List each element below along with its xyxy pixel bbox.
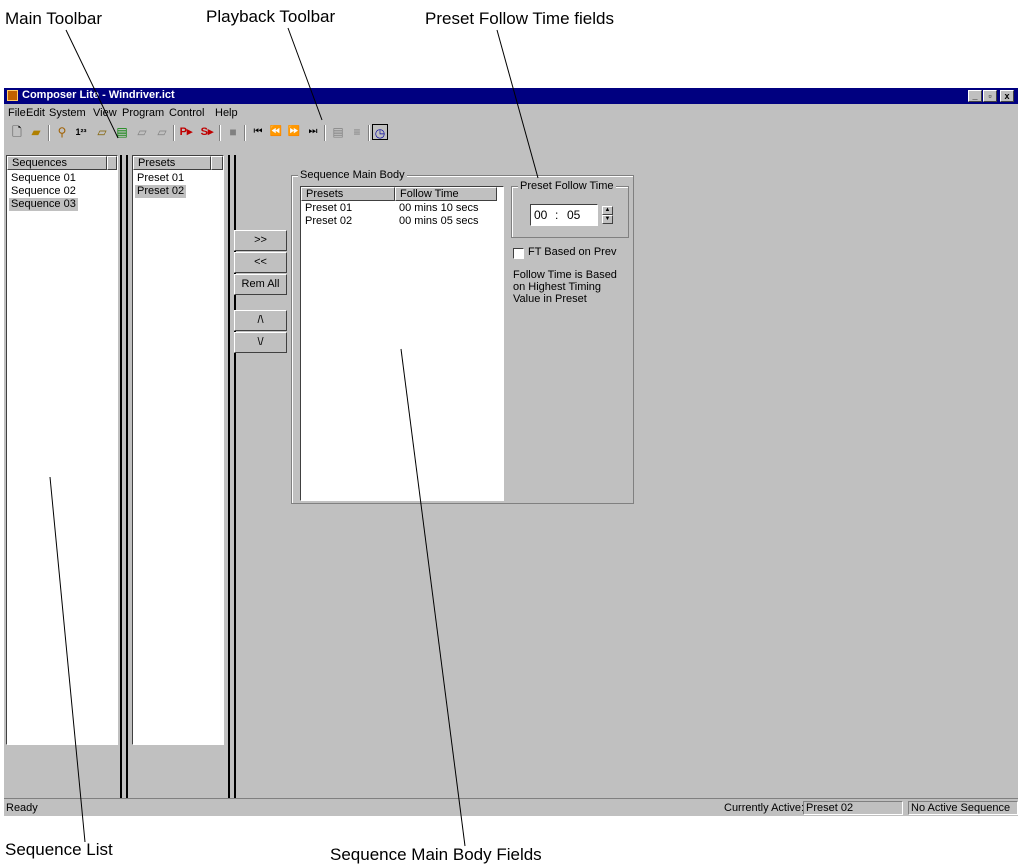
menu-system[interactable]: System	[49, 107, 86, 119]
list-icon[interactable]: ▤	[330, 124, 346, 140]
preset-disabled-2-icon[interactable]: ▱	[154, 124, 170, 140]
preset-follow-time-label: Preset Follow Time	[518, 180, 616, 192]
sequences-column-header[interactable]: Sequences	[7, 156, 107, 170]
follow-time-spinner[interactable]: ▲ ▼	[602, 206, 613, 224]
remove-all-button[interactable]: Rem All	[234, 274, 287, 295]
callout-playback-toolbar: Playback Toolbar	[206, 7, 336, 26]
presets-pane: Presets Preset 01 Preset 02	[130, 155, 224, 798]
play-sequence-button[interactable]: S▸	[199, 124, 215, 140]
preset-stack-icon[interactable]: ▤	[114, 124, 130, 140]
toolbar-separator	[368, 125, 370, 141]
skip-forward-icon[interactable]: ⏭	[305, 124, 321, 140]
skip-back-icon[interactable]: ⏮	[250, 124, 266, 140]
callout-preset-follow-time-fields: Preset Follow Time fields	[425, 9, 614, 28]
active-sequence-status: No Active Sequence	[908, 801, 1018, 815]
sequence-main-body-group: Sequence Main Body Presets Follow Time P…	[291, 169, 634, 504]
app-window: Composer Lite - Windriver.ict _ ▫ x File…	[4, 88, 1018, 816]
splitter-1[interactable]	[120, 155, 122, 798]
menu-view[interactable]: View	[93, 107, 117, 119]
new-icon[interactable]: 🗋	[9, 124, 25, 140]
sequences-pane: Sequences Sequence 01 Sequence 02 Sequen…	[4, 155, 118, 798]
table-row-follow-time[interactable]: 00 mins 10 secs	[397, 202, 480, 215]
add-preset-button[interactable]: >>	[234, 230, 287, 251]
menu-help[interactable]: Help	[215, 107, 238, 119]
sequences-column-filler	[107, 156, 117, 170]
move-up-button[interactable]: /\	[234, 310, 287, 331]
callout-main-toolbar: Main Toolbar	[5, 9, 103, 28]
timer-icon[interactable]: ◷	[372, 124, 388, 140]
list-item[interactable]: Sequence 02	[9, 185, 78, 198]
table-row-preset[interactable]: Preset 02	[303, 215, 354, 228]
maximize-button[interactable]: ▫	[983, 90, 997, 102]
menu-control[interactable]: Control	[169, 107, 204, 119]
menu-file[interactable]: File	[8, 107, 26, 119]
toolbar-separator	[219, 125, 221, 141]
spin-up-icon[interactable]: ▲	[602, 206, 613, 215]
play-preset-button[interactable]: P▸	[178, 124, 194, 140]
time-separator: :	[555, 208, 559, 222]
minimize-button[interactable]: _	[968, 90, 982, 102]
app-icon	[7, 90, 18, 101]
follow-time-input[interactable]: 00 : 05	[530, 204, 598, 226]
minutes-field[interactable]: 00	[534, 208, 547, 222]
fast-forward-icon[interactable]: ⏩	[286, 124, 302, 140]
stop-icon[interactable]: ■	[225, 124, 241, 140]
splitter-2[interactable]	[126, 155, 128, 798]
search-icon[interactable]: ⚲	[54, 124, 70, 140]
menu-edit[interactable]: Edit	[26, 107, 45, 119]
preset-follow-time-group: Preset Follow Time 00 : 05 ▲ ▼	[511, 180, 629, 238]
follow-time-column-header[interactable]: Follow Time	[395, 187, 497, 201]
status-text: Ready	[6, 802, 38, 814]
sequence-main-body-list[interactable]: Presets Follow Time Preset 01 00 mins 10…	[300, 186, 504, 501]
status-bar: Ready Currently Active: Preset 02 No Act…	[4, 798, 1018, 816]
currently-active-label: Currently Active:	[724, 802, 805, 814]
toolbar-separator	[48, 125, 50, 141]
callout-sequence-main-body-fields: Sequence Main Body Fields	[330, 845, 542, 864]
preset-disabled-icon[interactable]: ▱	[134, 124, 150, 140]
main-toolbar: 🗋 ▰ ⚲ 1²³ ▱ ▤ ▱ ▱ P▸ S▸ ■ ⏮ ⏪ ⏩ ⏭ ▤ ≡ ◷	[4, 122, 1018, 144]
open-icon[interactable]: ▰	[28, 124, 44, 140]
rewind-icon[interactable]: ⏪	[268, 124, 284, 140]
window-title: Composer Lite - Windriver.ict	[22, 89, 175, 101]
table-row-preset[interactable]: Preset 01	[303, 202, 354, 215]
list-item[interactable]: Preset 01	[135, 172, 186, 185]
spin-down-icon[interactable]: ▼	[602, 215, 613, 224]
toolbar-separator	[244, 125, 246, 141]
list-item[interactable]: Sequence 01	[9, 172, 78, 185]
splitter-3[interactable]	[228, 155, 230, 798]
preset-icon[interactable]: ▱	[94, 124, 110, 140]
list-item-selected[interactable]: Sequence 03	[9, 198, 78, 211]
list-disabled-icon[interactable]: ≡	[349, 124, 365, 140]
title-bar[interactable]: Composer Lite - Windriver.ict _ ▫ x	[4, 88, 1018, 104]
menu-program[interactable]: Program	[122, 107, 164, 119]
callout-sequence-list: Sequence List	[5, 840, 113, 859]
table-row-follow-time[interactable]: 00 mins 05 secs	[397, 215, 480, 228]
remove-preset-button[interactable]: <<	[234, 252, 287, 273]
toolbar-separator	[173, 125, 175, 141]
toolbar-separator	[324, 125, 326, 141]
ft-based-on-prev-label: FT Based on Prev	[528, 246, 617, 258]
presets-column-header[interactable]: Presets	[301, 187, 395, 201]
presets-column-filler	[211, 156, 223, 170]
numbering-icon[interactable]: 1²³	[72, 124, 90, 140]
sequence-main-body-label: Sequence Main Body	[298, 169, 407, 181]
currently-active-value: Preset 02	[803, 801, 903, 815]
sequence-list[interactable]: Sequences Sequence 01 Sequence 02 Sequen…	[6, 155, 118, 745]
menu-bar: File Edit System View Program Control He…	[4, 105, 1018, 121]
preset-list[interactable]: Presets Preset 01 Preset 02	[132, 155, 224, 745]
seconds-field[interactable]: 05	[567, 208, 580, 222]
follow-time-note: Follow Time is Based on Highest Timing V…	[513, 269, 617, 305]
list-item-selected[interactable]: Preset 02	[135, 185, 187, 198]
ft-based-on-prev-checkbox[interactable]	[513, 248, 524, 259]
close-button[interactable]: x	[1000, 90, 1014, 102]
move-down-button[interactable]: \/	[234, 332, 287, 353]
presets-column-header[interactable]: Presets	[133, 156, 211, 170]
